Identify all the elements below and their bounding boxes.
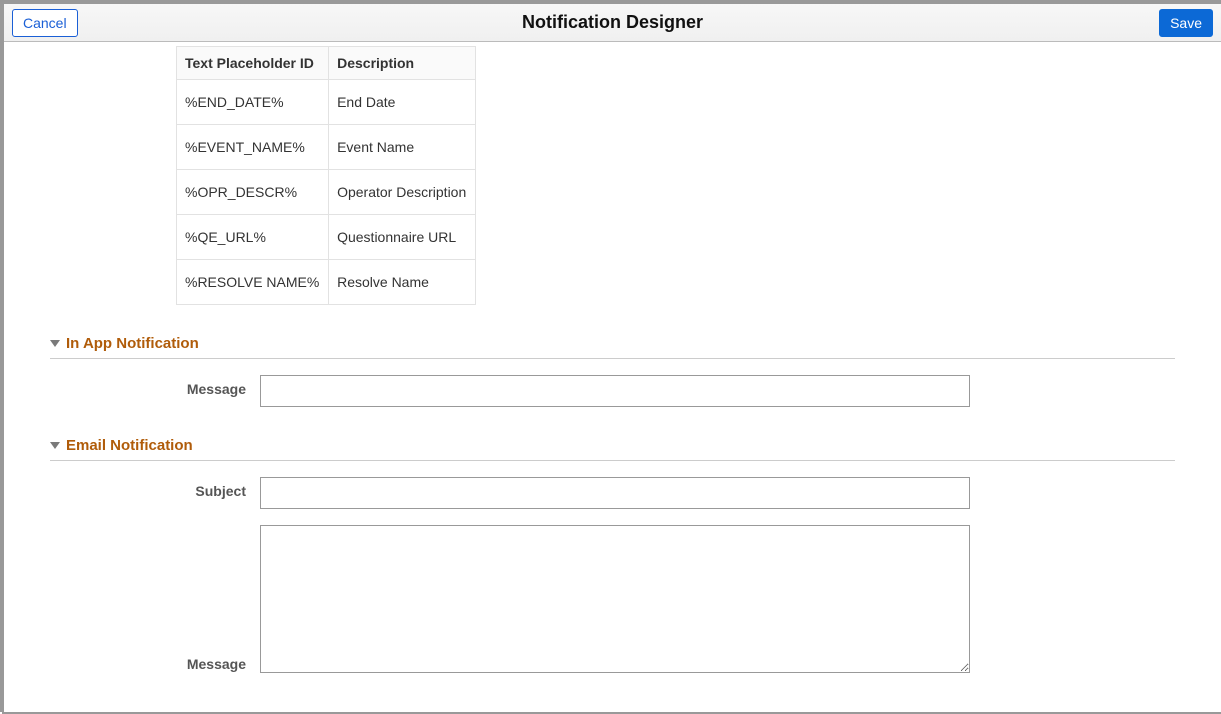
- label-email-message: Message: [50, 650, 260, 676]
- header-bar: Cancel Notification Designer Save: [4, 4, 1221, 42]
- page-title: Notification Designer: [4, 12, 1221, 33]
- save-button[interactable]: Save: [1159, 9, 1213, 37]
- section-in-app-notification: In App Notification Message: [50, 335, 1175, 407]
- table-row: %OPR_DESCR% Operator Description: [177, 170, 476, 215]
- section-title-in-app: In App Notification: [66, 335, 199, 352]
- section-toggle-email[interactable]: Email Notification: [50, 437, 1175, 461]
- ph-id: %OPR_DESCR%: [177, 170, 329, 215]
- col-header-id: Text Placeholder ID: [177, 47, 329, 80]
- content-scroll-area[interactable]: Text Placeholder ID Description %END_DAT…: [4, 42, 1221, 712]
- in-app-message-input[interactable]: [260, 375, 970, 407]
- label-in-app-message: Message: [50, 375, 260, 397]
- notification-designer-window: Cancel Notification Designer Save Text P…: [4, 4, 1221, 712]
- content-inner: Text Placeholder ID Description %END_DAT…: [4, 46, 1221, 676]
- section-email-notification: Email Notification Subject Message: [50, 437, 1175, 676]
- ph-desc: Resolve Name: [329, 260, 476, 305]
- table-row: %QE_URL% Questionnaire URL: [177, 215, 476, 260]
- email-subject-input[interactable]: [260, 477, 970, 509]
- section-title-email: Email Notification: [66, 437, 193, 454]
- chevron-down-icon: [50, 442, 60, 449]
- email-message-textarea[interactable]: [260, 525, 970, 673]
- ph-desc: Questionnaire URL: [329, 215, 476, 260]
- ph-desc: End Date: [329, 80, 476, 125]
- section-toggle-in-app[interactable]: In App Notification: [50, 335, 1175, 359]
- placeholder-table: Text Placeholder ID Description %END_DAT…: [176, 46, 476, 305]
- ph-id: %EVENT_NAME%: [177, 125, 329, 170]
- ph-desc: Event Name: [329, 125, 476, 170]
- col-header-desc: Description: [329, 47, 476, 80]
- row-in-app-message: Message: [50, 375, 1175, 407]
- ph-desc: Operator Description: [329, 170, 476, 215]
- ph-id: %QE_URL%: [177, 215, 329, 260]
- table-row: %EVENT_NAME% Event Name: [177, 125, 476, 170]
- ph-id: %END_DATE%: [177, 80, 329, 125]
- ph-id: %RESOLVE NAME%: [177, 260, 329, 305]
- cancel-button[interactable]: Cancel: [12, 9, 78, 37]
- row-email-message: Message: [50, 525, 1175, 676]
- row-email-subject: Subject: [50, 477, 1175, 509]
- label-email-subject: Subject: [50, 477, 260, 499]
- chevron-down-icon: [50, 340, 60, 347]
- table-row: %END_DATE% End Date: [177, 80, 476, 125]
- table-row: %RESOLVE NAME% Resolve Name: [177, 260, 476, 305]
- table-header-row: Text Placeholder ID Description: [177, 47, 476, 80]
